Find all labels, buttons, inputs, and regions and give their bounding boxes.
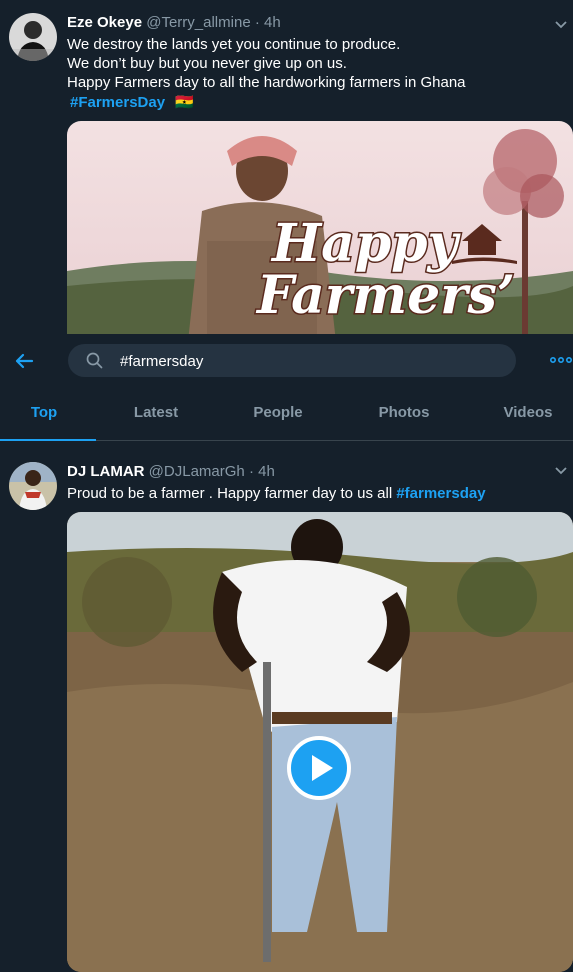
chevron-down-icon[interactable] <box>551 14 571 34</box>
tweet-header: Eze Okeye @Terry_allmine · 4h <box>67 14 281 31</box>
author-name[interactable]: Eze Okeye <box>67 14 142 31</box>
tweet-line: We destroy the lands yet you continue to… <box>67 36 401 53</box>
tweet-dj-lamar[interactable]: DJ LAMAR @DJLamarGh · 4h Proud to be a f… <box>0 450 573 972</box>
image-text: Farmers’ <box>255 265 515 326</box>
avatar[interactable] <box>9 13 57 61</box>
more-options-icon[interactable] <box>549 348 573 372</box>
play-button[interactable] <box>287 736 351 800</box>
chevron-down-icon[interactable] <box>551 460 571 480</box>
author-name[interactable]: DJ LAMAR <box>67 463 145 480</box>
search-input[interactable] <box>118 344 502 379</box>
search-header: Top Latest People Photos Videos <box>0 334 573 441</box>
timestamp[interactable]: 4h <box>258 463 275 480</box>
tweet-line: Happy Farmers day to all the hardworking… <box>67 74 466 91</box>
tab-top[interactable]: Top <box>0 400 88 440</box>
tweet-line: We don’t buy but you never give up on us… <box>67 55 347 72</box>
search-tabs: Top Latest People Photos Videos <box>0 400 573 441</box>
timestamp[interactable]: 4h <box>264 14 281 31</box>
tweet-header: DJ LAMAR @DJLamarGh · 4h <box>67 463 275 480</box>
tab-people[interactable]: People <box>234 400 322 440</box>
tweet-body: Proud to be a farmer . Happy farmer day … <box>67 485 397 502</box>
tab-photos[interactable]: Photos <box>360 400 448 440</box>
tab-videos[interactable]: Videos <box>484 400 572 440</box>
author-handle[interactable]: @Terry_allmine <box>146 14 250 31</box>
author-handle[interactable]: @DJLamarGh <box>149 463 245 480</box>
search-bar[interactable] <box>68 344 516 379</box>
tweet-eze-okeye[interactable]: Eze Okeye @Terry_allmine · 4h We destroy… <box>0 0 573 351</box>
tweet-text: We destroy the lands yet you continue to… <box>67 35 466 112</box>
back-arrow-icon[interactable] <box>12 348 38 374</box>
ghana-flag-emoji: 🇬🇭 <box>175 94 194 111</box>
tweet-image[interactable]: Happy Farmers’ <box>67 121 573 351</box>
avatar[interactable] <box>9 462 57 510</box>
separator: · <box>254 14 260 31</box>
tab-latest[interactable]: Latest <box>112 400 200 440</box>
tweet-text: Proud to be a farmer . Happy farmer day … <box>67 484 486 503</box>
search-icon <box>86 352 103 369</box>
separator: · <box>248 463 254 480</box>
active-tab-indicator <box>0 439 96 441</box>
hashtag-link[interactable]: #farmersday <box>396 485 485 502</box>
tweet-video[interactable] <box>67 512 573 972</box>
hashtag-link[interactable]: #FarmersDay <box>70 94 165 111</box>
